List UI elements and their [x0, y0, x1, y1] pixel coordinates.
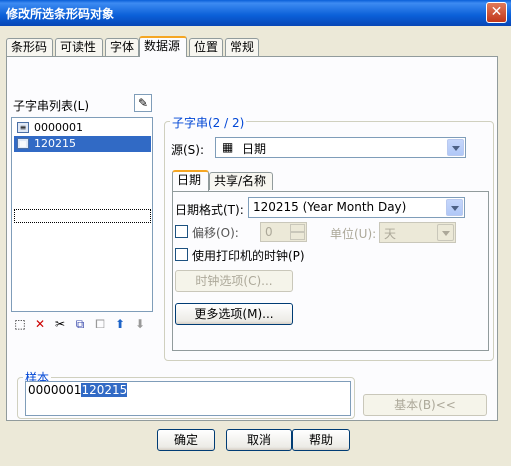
cut-icon[interactable]: ✂ — [51, 315, 69, 333]
more-options-button[interactable]: 更多选项(M)... — [175, 303, 293, 325]
tab-font[interactable]: 字体 — [105, 38, 139, 56]
cancel-button[interactable]: 取消 — [226, 429, 292, 451]
spin-up-icon[interactable] — [290, 224, 305, 232]
tab-general[interactable]: 常规 — [225, 38, 259, 56]
paste-icon[interactable]: ⧠ — [91, 315, 109, 333]
title-bar: 修改所选条形码对象 ✕ — [0, 0, 511, 26]
offset-label: 偏移(O): — [192, 226, 239, 240]
source-label: 源(S): — [171, 143, 205, 157]
text-source-icon: ≡ — [17, 122, 29, 133]
printer-clock-label: 使用打印机的时钟(P) — [192, 249, 305, 263]
date-format-label: 日期格式(T): — [175, 203, 244, 217]
tab-data-source[interactable]: 数据源 — [139, 36, 187, 57]
data-source-panel: 子字串列表(L) ✎ ≡ 0000001 ▦ 120215 ⬚ ✕ ✂ ⧉ ⧠ … — [6, 56, 498, 421]
source-dropdown[interactable]: ▦ 日期 — [215, 137, 466, 158]
list-item[interactable]: ≡ 0000001 — [14, 120, 151, 136]
ok-button[interactable]: 确定 — [157, 429, 215, 451]
unit-label: 单位(U): — [330, 227, 377, 241]
move-up-icon[interactable]: ⬆ — [111, 315, 129, 333]
help-button[interactable]: 帮助 — [292, 429, 350, 451]
close-icon[interactable]: ✕ — [486, 2, 507, 23]
offset-checkbox[interactable] — [175, 225, 188, 238]
add-icon[interactable]: ⬚ — [11, 315, 29, 333]
spin-down-icon[interactable] — [290, 232, 305, 240]
clock-options-button[interactable]: 时钟选项(C)... — [175, 270, 293, 292]
tab-position[interactable]: 位置 — [189, 38, 223, 56]
sample-prefix: 0000001 — [28, 383, 82, 397]
chevron-down-icon — [446, 199, 463, 216]
chevron-down-icon — [437, 224, 454, 241]
date-format-dropdown[interactable]: 120215 (Year Month Day) — [248, 197, 465, 218]
basic-button[interactable]: 基本(B)<< — [363, 394, 487, 416]
tab-barcode[interactable]: 条形码 — [6, 38, 53, 56]
delete-icon[interactable]: ✕ — [31, 315, 49, 333]
window-title: 修改所选条形码对象 — [6, 7, 115, 21]
list-empty-slot[interactable] — [14, 209, 151, 223]
substring-list-label: 子字串列表(L) — [13, 99, 90, 113]
unit-dropdown[interactable]: 天 — [379, 222, 456, 243]
dialog-body: 条形码 可读性 字体 数据源 位置 常规 子字串列表(L) ✎ ≡ 000000… — [0, 26, 511, 466]
tab-readability[interactable]: 可读性 — [55, 38, 103, 56]
date-source-icon: ▦ — [17, 138, 29, 149]
tab-share-name[interactable]: 共享/名称 — [209, 172, 273, 190]
copy-icon[interactable]: ⧉ — [71, 315, 89, 333]
offset-stepper[interactable]: 0 — [260, 222, 307, 242]
printer-clock-checkbox[interactable] — [175, 248, 188, 261]
chevron-down-icon — [447, 139, 464, 156]
tab-date[interactable]: 日期 — [172, 170, 209, 191]
list-item[interactable]: ▦ 120215 — [14, 136, 151, 152]
sample-preview[interactable]: 0000001120215 — [25, 381, 351, 416]
substring-group-title: 子字串(2 / 2) — [170, 114, 247, 131]
sample-highlighted: 120215 — [81, 383, 128, 397]
substring-list[interactable]: ≡ 0000001 ▦ 120215 — [11, 117, 153, 312]
wizard-wand-icon[interactable]: ✎ — [134, 94, 152, 112]
calendar-icon: ▦ — [222, 140, 234, 154]
move-down-icon[interactable]: ⬇ — [131, 315, 149, 333]
